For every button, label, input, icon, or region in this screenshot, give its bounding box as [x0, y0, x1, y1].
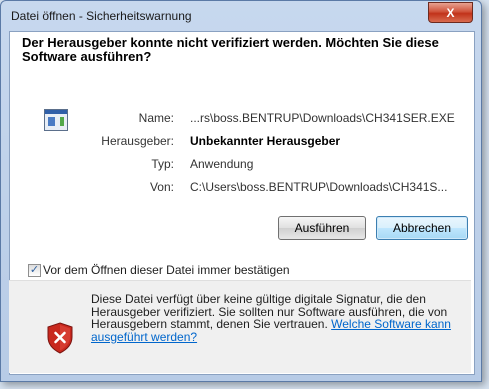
security-shield-error-icon: [47, 322, 73, 354]
title-bar[interactable]: Datei öffnen - Sicherheitswarnung X: [1, 1, 481, 31]
cancel-button[interactable]: Abbrechen: [376, 216, 468, 240]
always-confirm-checkbox[interactable]: ✓: [28, 264, 41, 277]
from-label: Von:: [149, 180, 174, 194]
close-icon: X: [446, 5, 455, 20]
from-value: C:\Users\boss.BENTRUP\Downloads\CH341S..…: [190, 180, 448, 194]
publisher-value: Unbekannter Herausgeber: [190, 134, 341, 148]
run-button[interactable]: Ausführen: [278, 216, 366, 240]
name-label: Name:: [138, 111, 174, 125]
window-title: Datei öffnen - Sicherheitswarnung: [11, 9, 192, 23]
warning-text: Diese Datei verfügt über keine gültige d…: [91, 293, 476, 343]
type-label: Typ:: [151, 157, 174, 171]
type-value: Anwendung: [190, 157, 254, 171]
publisher-label: Herausgeber:: [101, 134, 174, 148]
close-button[interactable]: X: [428, 2, 473, 23]
dialog-heading: Der Herausgeber konnte nicht verifiziert…: [22, 35, 439, 64]
application-file-icon: [44, 109, 68, 131]
name-value: ...rs\boss.BENTRUP\Downloads\CH341SER.EX…: [190, 111, 455, 125]
always-confirm-label[interactable]: Vor dem Öffnen dieser Datei immer bestät…: [43, 263, 290, 277]
